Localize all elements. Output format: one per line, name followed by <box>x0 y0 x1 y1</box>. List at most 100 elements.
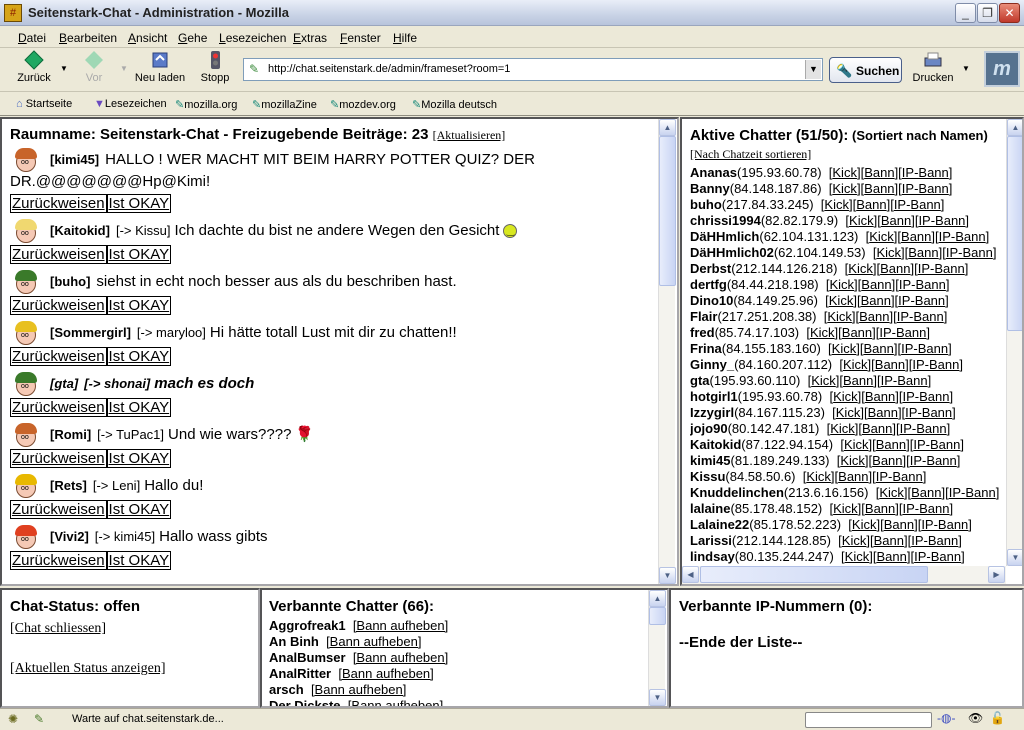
sort-by-time-link[interactable]: [Nach Chatzeit sortieren] <box>690 147 811 161</box>
close-chat-link[interactable]: [Chat schliessen] <box>10 621 106 637</box>
kick-link[interactable]: Kick <box>844 437 869 452</box>
bann-link[interactable]: Bann <box>856 197 886 212</box>
kick-link[interactable]: Kick <box>811 373 836 388</box>
kick-link[interactable]: Kick <box>810 325 835 340</box>
close-button[interactable]: ✕ <box>999 3 1020 23</box>
kick-link[interactable]: Kick <box>832 165 857 180</box>
scroll-thumb[interactable] <box>1007 136 1022 331</box>
ip-bann-link[interactable]: IP-Bann <box>946 245 993 260</box>
unban-link[interactable]: [Bann aufheben] <box>353 650 448 665</box>
bann-link[interactable]: Bann <box>865 501 895 516</box>
kick-link[interactable]: Kick <box>852 517 877 532</box>
scroll-down-button[interactable]: ▼ <box>1007 549 1022 566</box>
ok-link[interactable]: Ist OKAY <box>106 398 172 417</box>
ip-bann-link[interactable]: IP-Bann <box>894 197 941 212</box>
unban-link[interactable]: [Bann aufheben] <box>353 618 448 633</box>
ok-link[interactable]: Ist OKAY <box>106 296 172 315</box>
scroll-down-button[interactable]: ▼ <box>659 567 676 584</box>
reload-button[interactable]: Neu laden <box>134 50 186 84</box>
bann-link[interactable]: Bann <box>884 517 914 532</box>
ip-bann-link[interactable]: IP-Bann <box>901 341 948 356</box>
ip-bann-link[interactable]: IP-Bann <box>876 469 923 484</box>
mozilla-logo[interactable]: m <box>984 51 1020 87</box>
online-icon[interactable]: -◍- <box>937 711 955 725</box>
bann-link[interactable]: Bann <box>901 229 931 244</box>
bann-link[interactable]: Bann <box>911 485 941 500</box>
kick-link[interactable]: Kick <box>849 213 874 228</box>
menu-gehe[interactable]: Gehe <box>178 31 207 45</box>
ip-bann-link[interactable]: IP-Bann <box>897 309 944 324</box>
ok-link[interactable]: Ist OKAY <box>106 245 172 264</box>
menu-fenster[interactable]: Fenster <box>340 31 381 45</box>
menu-hilfe[interactable]: Hilfe <box>393 31 417 45</box>
ok-link[interactable]: Ist OKAY <box>106 500 172 519</box>
bookmark-lesezeichen[interactable]: ▼Lesezeichen <box>94 98 167 110</box>
kick-link[interactable]: Kick <box>806 469 831 484</box>
kick-link[interactable]: Kick <box>829 277 854 292</box>
ok-link[interactable]: Ist OKAY <box>106 449 172 468</box>
chat-scrollbar[interactable]: ▲ ▼ <box>658 119 676 584</box>
ip-bann-link[interactable]: IP-Bann <box>903 501 950 516</box>
reject-link[interactable]: Zurückweisen <box>10 449 107 468</box>
scroll-up-button[interactable]: ▲ <box>659 119 676 136</box>
unban-link[interactable]: [Bann aufheben] <box>311 682 406 697</box>
menu-ansicht[interactable]: Ansicht <box>128 31 167 45</box>
kick-link[interactable]: Kick <box>836 405 861 420</box>
scroll-right-button[interactable]: ▶ <box>988 566 1005 583</box>
url-input[interactable]: http://chat.seitenstark.de/admin/framese… <box>268 63 510 75</box>
ok-link[interactable]: Ist OKAY <box>106 347 172 366</box>
kick-link[interactable]: Kick <box>840 453 865 468</box>
minimize-button[interactable]: _ <box>955 3 976 23</box>
ip-bann-link[interactable]: IP-Bann <box>903 389 950 404</box>
ip-bann-link[interactable]: IP-Bann <box>902 181 949 196</box>
ip-bann-link[interactable]: IP-Bann <box>905 405 952 420</box>
kick-link[interactable]: Kick <box>842 533 867 548</box>
kick-link[interactable]: Kick <box>845 549 870 564</box>
ip-bann-link[interactable]: IP-Bann <box>902 165 949 180</box>
ip-bann-link[interactable]: IP-Bann <box>939 229 986 244</box>
ip-bann-link[interactable]: IP-Bann <box>921 517 968 532</box>
banned-scrollbar[interactable]: ▲ ▼ <box>648 590 666 706</box>
reject-link[interactable]: Zurückweisen <box>10 296 107 315</box>
search-button[interactable]: 🔦 Suchen <box>829 57 902 83</box>
active-hscrollbar[interactable]: ◀ ▶ <box>682 566 1006 584</box>
kick-link[interactable]: Kick <box>843 357 868 372</box>
bann-link[interactable]: Bann <box>842 325 872 340</box>
kick-link[interactable]: Kick <box>832 341 857 356</box>
kick-link[interactable]: Kick <box>833 501 858 516</box>
kick-link[interactable]: Kick <box>833 389 858 404</box>
bookmark-mozilla-org[interactable]: ✎mozilla.org <box>175 98 237 111</box>
bann-link[interactable]: Bann <box>838 469 868 484</box>
menu-extras[interactable]: Extras <box>293 31 327 45</box>
print-button[interactable]: Drucken <box>908 50 958 84</box>
kick-link[interactable]: Kick <box>848 261 873 276</box>
maximize-button[interactable]: ❐ <box>977 3 998 23</box>
menu-bearbeiten[interactable]: Bearbeiten <box>59 31 117 45</box>
ip-bann-link[interactable]: IP-Bann <box>898 293 945 308</box>
privacy-icon[interactable]: 👁 <box>968 711 983 725</box>
active-vscrollbar[interactable]: ▲ ▼ <box>1006 119 1022 566</box>
security-lock-icon[interactable]: 🔓 <box>990 711 1005 725</box>
ok-link[interactable]: Ist OKAY <box>106 194 172 213</box>
bookmark-mozdev[interactable]: ✎mozdev.org <box>330 98 396 111</box>
menu-datei[interactable]: Datei <box>18 31 46 45</box>
bookmark-mozilla-deutsch[interactable]: ✎Mozilla deutsch <box>412 98 497 111</box>
unban-link[interactable]: [Bann aufheben] <box>326 634 421 649</box>
kick-link[interactable]: Kick <box>879 485 904 500</box>
bann-link[interactable]: Bann <box>876 549 906 564</box>
ip-bann-link[interactable]: IP-Bann <box>918 213 965 228</box>
kick-link[interactable]: Kick <box>869 229 894 244</box>
scroll-up-button[interactable]: ▲ <box>1007 119 1022 136</box>
ip-bann-link[interactable]: IP-Bann <box>949 485 996 500</box>
kick-link[interactable]: Kick <box>827 309 852 324</box>
back-button[interactable]: Zurück <box>16 50 52 84</box>
unban-link[interactable]: [Bann aufheben] <box>348 698 443 706</box>
show-status-link[interactable]: [Aktuellen Status anzeigen] <box>10 661 166 677</box>
ip-bann-link[interactable]: IP-Bann <box>881 373 928 388</box>
scroll-thumb[interactable] <box>649 607 666 625</box>
reject-link[interactable]: Zurückweisen <box>10 398 107 417</box>
url-bar[interactable]: ✎ http://chat.seitenstark.de/admin/frame… <box>243 58 823 81</box>
bann-link[interactable]: Bann <box>864 181 894 196</box>
bann-link[interactable]: Bann <box>861 277 891 292</box>
bann-link[interactable]: Bann <box>861 293 891 308</box>
